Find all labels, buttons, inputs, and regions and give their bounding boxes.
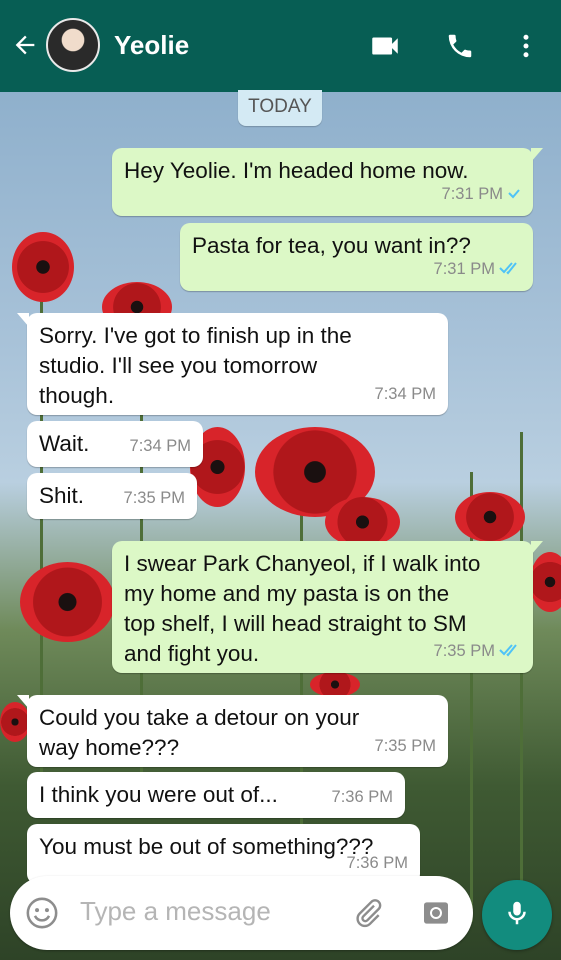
message-time: 7:35 PM — [374, 737, 436, 755]
message-line: I think you were out of... — [39, 782, 278, 807]
message-incoming[interactable]: Shit. 7:35 PM — [27, 473, 197, 519]
date-divider: TODAY — [238, 90, 322, 126]
message-incoming[interactable]: You must be out of something??? 7:36 PM — [27, 824, 420, 884]
more-options-icon[interactable] — [506, 26, 546, 66]
message-line: Sorry. I've got to finish up in the — [39, 323, 352, 348]
message-line: Could you take a detour on your — [39, 705, 360, 730]
message-outgoing[interactable]: I swear Park Chanyeol, if I walk into my… — [112, 541, 543, 673]
message-line: top shelf, I will head straight to SM — [124, 611, 467, 636]
message-time: 7:35 PM — [433, 642, 495, 661]
message-line: Wait. — [39, 431, 90, 456]
emoji-icon[interactable] — [22, 893, 62, 933]
message-incoming[interactable]: I think you were out of... 7:36 PM — [27, 772, 405, 818]
double-check-icon — [499, 255, 521, 285]
message-input[interactable]: Type a message — [80, 896, 271, 927]
message-incoming[interactable]: Could you take a detour on your way home… — [17, 695, 448, 767]
mic-icon — [502, 898, 532, 933]
message-time: 7:35 PM — [123, 489, 185, 507]
double-check-icon — [499, 637, 521, 667]
camera-icon[interactable] — [416, 893, 456, 933]
attach-icon[interactable] — [348, 893, 388, 933]
message-outgoing[interactable]: Hey Yeolie. I'm headed home now. 7:31 PM — [112, 148, 543, 216]
message-time: 7:31 PM — [441, 185, 503, 204]
contact-avatar[interactable] — [46, 18, 100, 72]
message-line: I swear Park Chanyeol, if I walk into — [124, 551, 481, 576]
message-time: 7:36 PM — [331, 788, 393, 806]
message-line: though. — [39, 383, 115, 408]
chat-header: Yeolie — [0, 0, 561, 92]
back-arrow-icon[interactable] — [8, 28, 42, 62]
message-line: Hey Yeolie. I'm headed home now. — [124, 158, 469, 183]
message-outgoing[interactable]: Pasta for tea, you want in?? 7:31 PM — [180, 223, 533, 291]
message-incoming[interactable]: Sorry. I've got to finish up in the stud… — [17, 313, 448, 415]
message-line: You must be out of something??? — [39, 834, 374, 859]
message-line: Shit. — [39, 483, 85, 508]
message-composer[interactable]: Type a message — [10, 876, 473, 950]
message-incoming[interactable]: Wait. 7:34 PM — [27, 421, 203, 467]
message-line: my home and my pasta is on the — [124, 581, 450, 606]
message-line: way home??? — [39, 735, 180, 760]
message-time: 7:36 PM — [346, 854, 408, 872]
voice-call-icon[interactable] — [440, 26, 480, 66]
video-call-icon[interactable] — [365, 26, 405, 66]
mic-button[interactable] — [482, 880, 552, 950]
message-time: 7:34 PM — [129, 437, 191, 455]
contact-name[interactable]: Yeolie — [114, 30, 189, 61]
message-time: 7:31 PM — [433, 260, 495, 279]
message-line: studio. I'll see you tomorrow — [39, 353, 318, 378]
message-time: 7:34 PM — [374, 385, 436, 403]
message-line: Pasta for tea, you want in?? — [192, 233, 471, 258]
message-line: and fight you. — [124, 641, 260, 666]
single-check-icon — [507, 180, 521, 210]
